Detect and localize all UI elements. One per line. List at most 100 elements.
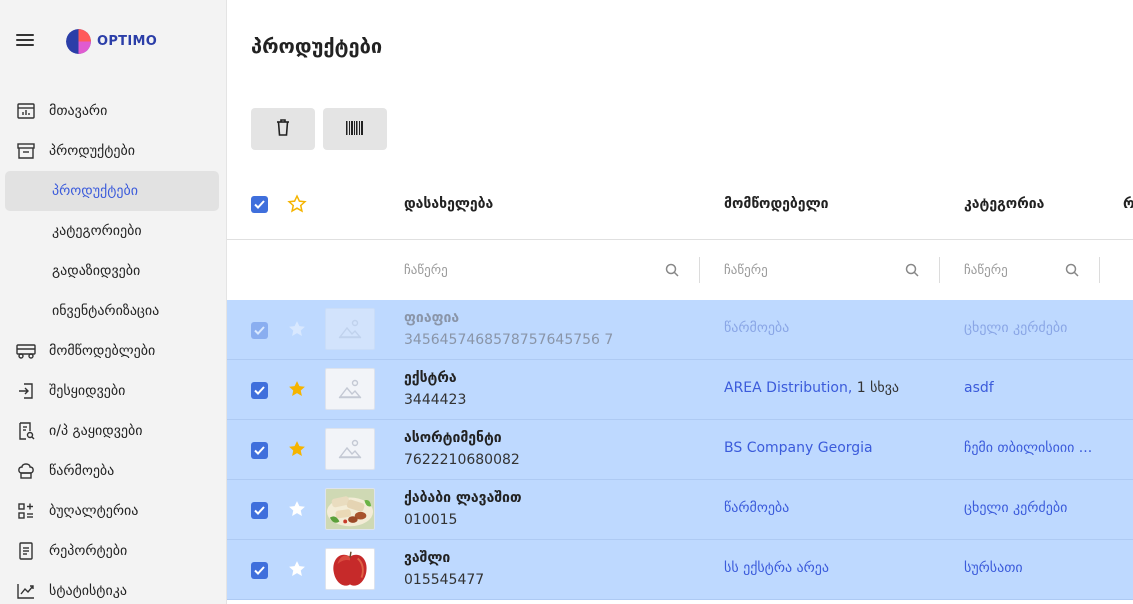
table-row[interactable]: ქაბაბი ლავაშით 010015 წარმოება ცხელი კერ…: [227, 480, 1133, 540]
image-placeholder-icon: [325, 368, 375, 410]
star-icon[interactable]: [287, 559, 307, 579]
document-icon: [15, 540, 37, 562]
supplier-name[interactable]: წარმოება: [724, 320, 789, 336]
sidebar-item-label: სტატისტიკა: [49, 583, 127, 599]
search-icon[interactable]: [1065, 262, 1079, 281]
supplier-link[interactable]: AREA Distribution, 1 სხვა: [724, 380, 899, 396]
barcode-button[interactable]: [323, 108, 387, 150]
name-filter: [404, 240, 684, 300]
import-icon: [15, 380, 37, 402]
page-title: პროდუქტები: [251, 34, 383, 58]
table-row[interactable]: ვაშლი 015545477 სს ექსტრა არეა სურსათი: [227, 540, 1133, 600]
sidebar-item-label: პროდუქტები: [49, 143, 135, 159]
delete-button[interactable]: [251, 108, 315, 150]
sidebar-item-statistics[interactable]: სტატისტიკა: [5, 571, 219, 604]
sidebar-item-products[interactable]: პროდუქტები: [5, 131, 219, 171]
chart-line-icon: [15, 580, 37, 602]
sidebar-subitem-products[interactable]: პროდუქტები: [5, 171, 219, 211]
row-checkbox[interactable]: [251, 442, 268, 459]
category-link[interactable]: ჩემი თბილისიიი ...: [964, 440, 1092, 456]
star-outline-icon[interactable]: [287, 194, 307, 214]
sidebar-item-purchases[interactable]: შესყიდვები: [5, 371, 219, 411]
product-name[interactable]: ექსტრა: [404, 370, 457, 386]
supplier-link[interactable]: წარმოება: [724, 320, 789, 336]
category-link[interactable]: asdf: [964, 380, 994, 396]
column-header-category[interactable]: კატეგორია: [964, 196, 1044, 212]
logo-icon: [66, 29, 91, 54]
sidebar-item-home[interactable]: მთავარი: [5, 91, 219, 131]
filter-divider: [1099, 257, 1100, 283]
category-filter-input[interactable]: [964, 262, 1059, 278]
category-filter: [964, 240, 1104, 300]
search-icon[interactable]: [905, 262, 919, 281]
column-header-name[interactable]: დასახელება: [404, 196, 493, 212]
supplier-extra-count[interactable]: 1 სხვა: [852, 380, 899, 396]
logo-text: OPTIMO: [97, 34, 158, 49]
supplier-filter-input[interactable]: [724, 262, 894, 278]
table-row[interactable]: ფიაფია 3456457468578757645756 7 წარმოება…: [227, 300, 1133, 360]
row-checkbox[interactable]: [251, 382, 268, 399]
search-icon[interactable]: [665, 262, 679, 281]
sidebar-item-suppliers[interactable]: მომწოდებლები: [5, 331, 219, 371]
product-code: 015545477: [404, 572, 485, 588]
supplier-link[interactable]: BS Company Georgia: [724, 440, 873, 456]
supplier-name[interactable]: წარმოება: [724, 500, 789, 516]
main-content: პროდუქტები დასახელება მომწოდებელი კატეგო…: [227, 0, 1133, 604]
sidebar-item-reports[interactable]: რეპორტები: [5, 531, 219, 571]
star-icon[interactable]: [287, 319, 307, 339]
supplier-name[interactable]: BS Company Georgia: [724, 440, 873, 456]
filter-row: [227, 240, 1133, 300]
image-placeholder-icon: [325, 428, 375, 470]
sidebar: OPTIMO მთავარი პროდუქტები პროდუქტები კატ…: [0, 0, 227, 604]
product-table-body: ფიაფია 3456457468578757645756 7 წარმოება…: [227, 300, 1133, 600]
row-checkbox[interactable]: [251, 322, 268, 339]
kebab-photo: [325, 488, 375, 530]
sidebar-item-label: გადაზიდვები: [52, 263, 141, 279]
product-name[interactable]: ქაბაბი ლავაშით: [404, 490, 522, 506]
supplier-name[interactable]: AREA Distribution,: [724, 380, 852, 396]
filter-divider: [699, 257, 700, 283]
sidebar-subitem-inventory[interactable]: ინვენტარიზაცია: [5, 291, 219, 331]
star-icon[interactable]: [287, 499, 307, 519]
filter-divider: [939, 257, 940, 283]
menu-icon[interactable]: [16, 34, 34, 48]
product-code: 3444423: [404, 392, 467, 408]
barcode-icon: [346, 120, 364, 139]
apple-photo: [325, 548, 375, 590]
sidebar-header: OPTIMO: [0, 0, 227, 84]
table-row[interactable]: ასორტიმენტი 7622210680082 BS Company Geo…: [227, 420, 1133, 480]
sidebar-item-label: ბუღალტერია: [49, 503, 139, 519]
sidebar-item-label: ი/პ გაყიდვები: [49, 423, 143, 439]
row-checkbox[interactable]: [251, 562, 268, 579]
product-code: 3456457468578757645756 7: [404, 332, 614, 348]
sidebar-item-accounting[interactable]: ბუღალტერია: [5, 491, 219, 531]
table-row[interactable]: ექსტრა 3444423 AREA Distribution, 1 სხვა…: [227, 360, 1133, 420]
column-header-supplier[interactable]: მომწოდებელი: [724, 196, 829, 212]
star-filled-icon[interactable]: [287, 379, 307, 399]
column-header-next[interactable]: რ: [1123, 196, 1133, 212]
product-name[interactable]: ფიაფია: [404, 310, 459, 326]
category-link[interactable]: სურსათი: [964, 560, 1023, 576]
trash-icon: [276, 118, 290, 140]
sidebar-item-label: კატეგორიები: [52, 223, 142, 239]
category-link[interactable]: ცხელი კერძები: [964, 320, 1067, 336]
supplier-link[interactable]: სს ექსტრა არეა: [724, 560, 829, 576]
name-filter-input[interactable]: [404, 262, 634, 278]
chef-hat-icon: [15, 460, 37, 482]
product-name[interactable]: ვაშლი: [404, 550, 450, 566]
sidebar-subitem-transfers[interactable]: გადაზიდვები: [5, 251, 219, 291]
sidebar-item-sales[interactable]: ი/პ გაყიდვები: [5, 411, 219, 451]
logo[interactable]: OPTIMO: [66, 29, 157, 54]
supplier-link[interactable]: წარმოება: [724, 500, 789, 516]
receipt-search-icon: [15, 420, 37, 442]
sidebar-subitem-categories[interactable]: კატეგორიები: [5, 211, 219, 251]
supplier-name[interactable]: სს ექსტრა არეა: [724, 560, 829, 576]
sidebar-item-label: რეპორტები: [49, 543, 128, 559]
product-name[interactable]: ასორტიმენტი: [404, 430, 502, 446]
category-link[interactable]: ცხელი კერძები: [964, 500, 1067, 516]
sidebar-item-label: პროდუქტები: [52, 183, 138, 199]
row-checkbox[interactable]: [251, 502, 268, 519]
select-all-checkbox[interactable]: [251, 196, 268, 213]
sidebar-item-production[interactable]: წარმოება: [5, 451, 219, 491]
star-filled-icon[interactable]: [287, 439, 307, 459]
